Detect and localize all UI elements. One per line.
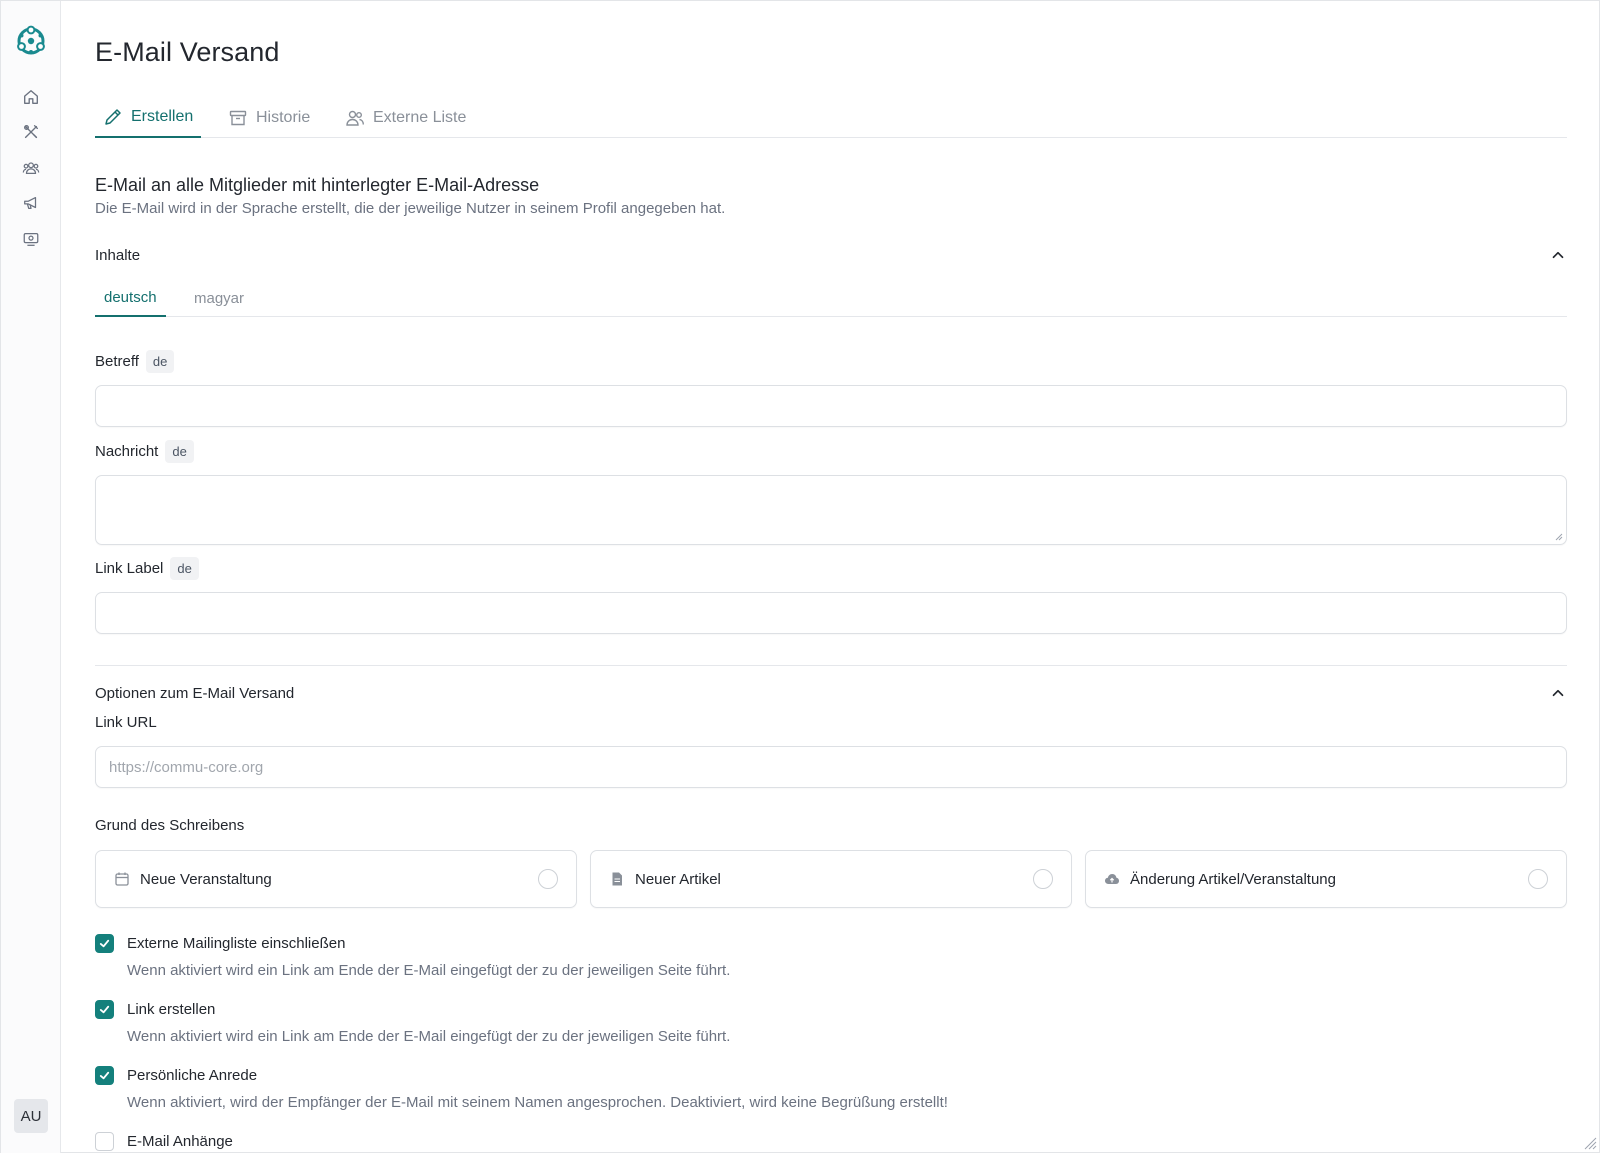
subject-label: Betreff de [95, 350, 175, 373]
checkbox-description: Wenn aktiviert, wird der Empfänger der E… [127, 1094, 948, 1111]
link-label-label-text: Link Label [95, 560, 164, 577]
checkbox-label: Externe Mailingliste einschließen [127, 935, 346, 952]
lang-badge: de [165, 440, 194, 463]
checkbox-label: Link erstellen [127, 1001, 216, 1018]
tab-label: Externe Liste [373, 109, 467, 126]
checkbox-create-link[interactable]: Link erstellen [95, 1000, 215, 1019]
window-resize-grip-icon[interactable] [1583, 1136, 1597, 1150]
checkbox-checked[interactable] [95, 934, 114, 953]
archive-icon [229, 110, 247, 126]
checkbox-unchecked[interactable] [95, 1132, 114, 1151]
message-label: Nachricht de [95, 440, 194, 463]
tab-label: Historie [256, 109, 311, 126]
reason-option-label: Neue Veranstaltung [140, 870, 272, 888]
calendar-icon [115, 872, 129, 886]
reason-label: Grund des Schreibens [95, 817, 245, 834]
lang-tab-deutsch[interactable]: deutsch [95, 279, 166, 317]
options-title: Optionen zum E-Mail Versand [95, 684, 295, 702]
payment-icon[interactable] [21, 229, 41, 249]
reason-option-aenderung[interactable]: Änderung Artikel/Veranstaltung [1085, 850, 1567, 908]
link-label-label: Link Label de [95, 557, 199, 580]
chevron-up-icon [1552, 689, 1564, 697]
link-url-input[interactable]: https://commu-core.org [95, 746, 1567, 788]
link-url-placeholder: https://commu-core.org [109, 758, 264, 776]
radio-button[interactable] [538, 869, 558, 889]
tools-icon[interactable] [21, 122, 41, 142]
users-icon [346, 110, 364, 126]
avatar[interactable]: AU [14, 1099, 48, 1133]
message-label-text: Nachricht [95, 443, 159, 460]
checkbox-label: Persönliche Anrede [127, 1067, 258, 1084]
checkbox-description: Wenn aktiviert wird ein Link am Ende der… [127, 1028, 731, 1045]
section-subtext: Die E-Mail wird in der Sprache erstellt,… [95, 200, 726, 217]
tab-externe-liste[interactable]: Externe Liste [337, 98, 474, 138]
subject-label-text: Betreff [95, 353, 139, 370]
check-icon [99, 1071, 110, 1080]
pencil-icon [105, 109, 121, 125]
language-tabs: deutsch magyar [95, 279, 1567, 317]
lang-badge: de [145, 350, 175, 373]
page-title: E-Mail Versand [95, 37, 280, 67]
options-collapse-header[interactable]: Optionen zum E-Mail Versand [95, 681, 1567, 705]
cloud-upload-icon [1105, 874, 1119, 884]
users-icon[interactable] [21, 158, 41, 178]
contents-title: Inhalte [95, 246, 141, 264]
commu-core-logo-icon[interactable] [15, 25, 47, 57]
resize-handle-icon[interactable] [1555, 533, 1563, 541]
checkbox-personal-salutation[interactable]: Persönliche Anrede [95, 1066, 257, 1085]
chevron-up-icon [1552, 251, 1564, 259]
checkbox-checked[interactable] [95, 1000, 114, 1019]
check-icon [99, 1005, 110, 1014]
checkbox-email-attachments[interactable]: E-Mail Anhänge [95, 1132, 233, 1151]
tab-bar: Erstellen Historie Externe Liste [95, 98, 1567, 138]
checkbox-external-mailinglist[interactable]: Externe Mailingliste einschließen [95, 934, 345, 953]
link-url-label: Link URL [95, 714, 157, 731]
app-window: AU E-Mail Versand Erstellen Historie Ext… [0, 0, 1600, 1153]
subject-input[interactable] [95, 385, 1567, 427]
check-icon [99, 939, 110, 948]
tab-erstellen[interactable]: Erstellen [95, 98, 202, 138]
tab-historie[interactable]: Historie [220, 98, 318, 138]
checkbox-checked[interactable] [95, 1066, 114, 1085]
reason-option-neuer-artikel[interactable]: Neuer Artikel [590, 850, 1072, 908]
link-label-input[interactable] [95, 592, 1567, 634]
reason-option-neue-veranstaltung[interactable]: Neue Veranstaltung [95, 850, 577, 908]
section-divider [95, 665, 1567, 666]
checkbox-label: E-Mail Anhänge [127, 1133, 233, 1150]
home-icon[interactable] [21, 87, 41, 107]
reason-option-label: Neuer Artikel [635, 870, 721, 888]
megaphone-icon[interactable] [21, 193, 41, 213]
contents-collapse-header[interactable]: Inhalte [95, 243, 1567, 267]
radio-button[interactable] [1528, 869, 1548, 889]
message-textarea[interactable] [95, 475, 1567, 545]
section-heading: E-Mail an alle Mitglieder mit hinterlegt… [95, 175, 540, 195]
radio-button[interactable] [1033, 869, 1053, 889]
document-icon [612, 872, 622, 886]
sidebar: AU [1, 1, 61, 1153]
lang-tab-magyar[interactable]: magyar [185, 279, 253, 317]
tab-label: Erstellen [131, 108, 194, 125]
checkbox-description: Wenn aktiviert wird ein Link am Ende der… [127, 962, 731, 979]
lang-badge: de [170, 557, 199, 580]
reason-option-label: Änderung Artikel/Veranstaltung [1130, 870, 1336, 888]
